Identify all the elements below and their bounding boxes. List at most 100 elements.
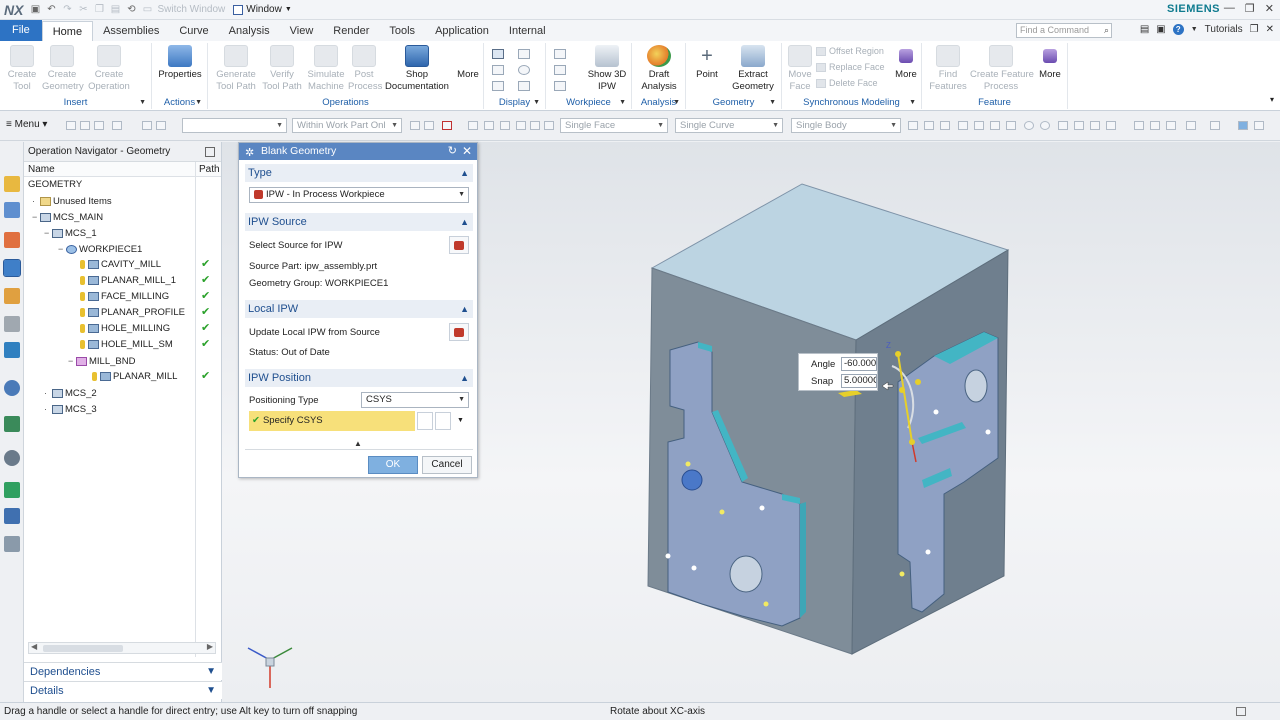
csys-inferred-button[interactable]: [435, 412, 451, 430]
tree-row[interactable]: · MCS_2: [44, 385, 97, 401]
view-tool-7-icon[interactable]: [1254, 121, 1264, 130]
tree-row[interactable]: · MCS_3: [44, 401, 97, 417]
tab-view[interactable]: View: [280, 21, 324, 41]
view-tool-2-icon[interactable]: [1150, 121, 1160, 130]
view-tool-3-icon[interactable]: [1166, 121, 1176, 130]
clock-icon[interactable]: [4, 450, 20, 466]
properties-button[interactable]: Properties: [158, 45, 202, 81]
repeat-command-icon[interactable]: ⟲: [125, 4, 137, 16]
select-source-button[interactable]: [449, 236, 469, 254]
view-tool-5-icon[interactable]: [1210, 121, 1220, 130]
switch-window-label[interactable]: Switch Window: [157, 4, 225, 15]
workpiece-option-1-icon[interactable]: [554, 49, 566, 59]
paste-icon[interactable]: ▤: [109, 4, 121, 16]
tab-home[interactable]: Home: [41, 21, 94, 41]
menu-button[interactable]: ≡ Menu ▾: [6, 119, 47, 130]
tree-row[interactable]: GEOMETRY: [28, 177, 82, 193]
cancel-button[interactable]: Cancel: [422, 456, 472, 474]
selbar-tool-13-icon[interactable]: [516, 121, 526, 130]
create-operation-button[interactable]: Create Operation: [86, 45, 132, 93]
body-rule-combo[interactable]: Single Body ▼: [791, 118, 901, 133]
close-icon[interactable]: ✕: [1266, 24, 1274, 35]
snap-input[interactable]: 5.0000C: [841, 374, 877, 388]
chevron-down-icon[interactable]: ▼: [673, 99, 680, 106]
navigator-horizontal-scrollbar[interactable]: ◀ ▶: [28, 642, 216, 654]
simulate-machine-button[interactable]: Simulate Machine: [306, 45, 346, 93]
synchronous-more-button[interactable]: More: [892, 45, 920, 81]
chevron-down-icon[interactable]: ▼: [139, 99, 146, 106]
generate-tool-path-button[interactable]: Generate Tool Path: [214, 45, 258, 93]
display-option-2-icon[interactable]: [492, 65, 504, 75]
tree-row[interactable]: − MILL_BND: [68, 353, 135, 369]
tutorials-menu[interactable]: Tutorials: [1205, 24, 1243, 35]
tree-row[interactable]: − MCS_1: [44, 225, 97, 241]
workpiece-option-3-icon[interactable]: [554, 81, 566, 91]
collapse-icon[interactable]: −: [58, 241, 66, 257]
face-rule-combo[interactable]: Single Face ▼: [560, 118, 668, 133]
tree-row[interactable]: PLANAR_MILL_1: [80, 273, 176, 289]
snap-tool-4-icon[interactable]: [958, 121, 968, 130]
tree-row[interactable]: CAVITY_MILL: [80, 257, 161, 273]
tab-application[interactable]: Application: [425, 21, 499, 41]
tab-internal[interactable]: Internal: [499, 21, 556, 41]
search-icon[interactable]: ⌕: [1104, 24, 1109, 37]
chevron-down-icon[interactable]: ▼: [533, 99, 540, 106]
details-panel[interactable]: Details ▼: [24, 681, 222, 699]
reuse-library-icon[interactable]: [4, 316, 20, 332]
type-select[interactable]: IPW - In Process Workpiece ▼: [249, 187, 469, 203]
csys-handle[interactable]: [915, 379, 921, 385]
view-tool-4-icon[interactable]: [1186, 121, 1196, 130]
update-local-ipw-button[interactable]: [449, 323, 469, 341]
close-icon[interactable]: ✕: [1265, 2, 1274, 15]
display-option-1-icon[interactable]: [492, 49, 504, 59]
restore-icon[interactable]: ❐: [1250, 24, 1259, 35]
tab-file[interactable]: File: [0, 20, 42, 41]
column-path[interactable]: Path: [199, 162, 220, 177]
create-geometry-button[interactable]: Create Geometry: [42, 45, 84, 93]
snap-tool-7-icon[interactable]: [1006, 121, 1016, 130]
scroll-right-icon[interactable]: ▶: [207, 642, 213, 651]
create-tool-button[interactable]: Create Tool: [4, 45, 40, 93]
collapse-dialog-icon[interactable]: ▲: [354, 439, 362, 448]
scroll-thumb[interactable]: [43, 645, 123, 652]
collapse-icon[interactable]: −: [44, 225, 52, 241]
dialog-title-bar[interactable]: ✲ Blank Geometry ↻ ✕: [239, 143, 477, 160]
chevron-down-icon[interactable]: ▼: [909, 99, 916, 106]
display-option-5-icon[interactable]: [518, 65, 530, 75]
operation-navigator-icon[interactable]: [3, 259, 21, 277]
selbar-tool-7-icon[interactable]: [410, 121, 420, 130]
snap-tool-10-icon[interactable]: [1058, 121, 1068, 130]
operations-more-button[interactable]: More: [454, 45, 482, 81]
gear-icon[interactable]: ✲: [245, 145, 254, 162]
snap-tool-9-icon[interactable]: [1040, 121, 1050, 130]
delete-face-button[interactable]: Delete Face: [816, 78, 878, 89]
ribbon-options-icon[interactable]: ▾: [1270, 95, 1274, 104]
verify-tool-path-button[interactable]: Verify Tool Path: [260, 45, 304, 93]
selbar-tool-5-icon[interactable]: [142, 121, 152, 130]
tab-tools[interactable]: Tools: [379, 21, 425, 41]
create-feature-process-button[interactable]: Create Feature Process: [970, 45, 1034, 93]
csys-dialog-button[interactable]: [417, 412, 433, 430]
shop-documentation-button[interactable]: Shop Documentation: [382, 45, 452, 93]
tree-row[interactable]: HOLE_MILL_SM: [80, 337, 173, 353]
tree-row[interactable]: HOLE_MILLING: [80, 321, 170, 337]
selbar-tool-1-icon[interactable]: [66, 121, 76, 130]
selbar-tool-12-icon[interactable]: [500, 121, 510, 130]
collapse-icon[interactable]: −: [68, 353, 76, 369]
tab-curve[interactable]: Curve: [169, 21, 218, 41]
pin-icon[interactable]: [205, 147, 215, 157]
csys-handle[interactable]: [899, 387, 905, 393]
undo-icon[interactable]: ↶: [45, 4, 57, 16]
chevron-down-icon[interactable]: ▼: [195, 99, 202, 106]
tree-row[interactable]: FACE_MILLING: [80, 289, 169, 305]
hd3d-tools-icon[interactable]: [4, 342, 20, 358]
post-process-button[interactable]: Post Process: [348, 45, 382, 93]
ipw-position-section-header[interactable]: IPW Position ▲: [245, 369, 473, 387]
snap-tool-13-icon[interactable]: [1106, 121, 1116, 130]
copy-icon[interactable]: ❐: [93, 4, 105, 16]
display-option-6-icon[interactable]: [518, 81, 530, 91]
move-face-button[interactable]: Move Face: [786, 45, 814, 93]
selbar-tool-14-icon[interactable]: [530, 121, 540, 130]
constraint-navigator-icon[interactable]: [4, 202, 20, 218]
snap-tool-8-icon[interactable]: [1024, 121, 1034, 130]
